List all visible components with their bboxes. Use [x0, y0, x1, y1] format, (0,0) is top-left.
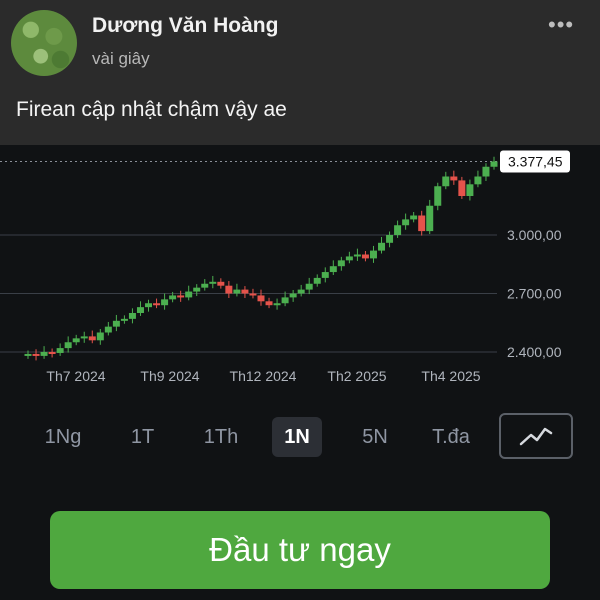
- candle-body: [418, 215, 426, 232]
- candle-body: [193, 287, 201, 292]
- candle-body: [40, 352, 48, 356]
- candle-body: [209, 281, 217, 284]
- y-tick-label: 2.400,00: [507, 344, 562, 360]
- candle-body: [128, 313, 136, 319]
- candle-body: [458, 180, 466, 196]
- candle-body: [177, 295, 185, 298]
- candle-body: [329, 266, 337, 273]
- candle-body: [369, 250, 377, 259]
- candle-body: [345, 256, 353, 261]
- candle-body: [233, 289, 241, 294]
- candle-body: [353, 254, 361, 257]
- candle-body: [273, 303, 281, 306]
- x-tick-label: Th4 2025: [421, 368, 480, 384]
- post-header: Dương Văn Hoàng vài giây ••• Firean cập …: [0, 0, 600, 145]
- candle-body: [88, 336, 96, 341]
- range-5y[interactable]: 5N: [350, 417, 400, 457]
- candle-body: [112, 320, 120, 327]
- x-tick-label: Th9 2024: [140, 368, 199, 384]
- candle-body: [450, 176, 458, 181]
- candle-body: [201, 283, 209, 288]
- candle-body: [72, 338, 80, 343]
- candle-body: [313, 277, 321, 284]
- candle-body: [281, 297, 289, 304]
- candle-body: [225, 285, 233, 294]
- candle-body: [136, 307, 144, 313]
- candle-body: [32, 353, 40, 356]
- candle-body: [378, 242, 386, 251]
- candle-body: [466, 184, 474, 196]
- x-tick-label: Th7 2024: [46, 368, 105, 384]
- candle-body: [120, 318, 128, 321]
- candle-body: [24, 353, 32, 356]
- candle-body: [64, 342, 72, 349]
- candle-body: [80, 336, 88, 339]
- candle-body: [361, 254, 369, 259]
- candle-body: [482, 166, 490, 177]
- post-text: Firean cập nhật chậm vậy ae: [16, 98, 287, 121]
- author-name[interactable]: Dương Văn Hoàng: [92, 14, 278, 38]
- candle-body: [305, 283, 313, 290]
- candle-body: [297, 289, 305, 294]
- candle-body: [337, 260, 345, 267]
- avatar[interactable]: [11, 10, 77, 76]
- candle-body: [434, 186, 442, 206]
- x-tick-label: Th2 2025: [327, 368, 386, 384]
- y-tick-label: 3.000,00: [507, 227, 562, 243]
- candle-body: [185, 291, 193, 298]
- post-time: vài giây: [92, 49, 150, 68]
- candle-body: [145, 303, 153, 308]
- candle-body: [490, 161, 498, 167]
- candle-body: [257, 295, 265, 302]
- candle-body: [289, 293, 297, 298]
- candle-body: [265, 301, 273, 306]
- candle-body: [56, 348, 64, 353]
- candle-body: [249, 293, 257, 296]
- range-max[interactable]: T.đa: [420, 417, 482, 457]
- candle-body: [426, 205, 434, 232]
- range-1w[interactable]: 1T: [115, 417, 170, 457]
- chart-type-button[interactable]: [499, 413, 573, 459]
- candle-body: [153, 303, 161, 306]
- candle-body: [169, 295, 177, 300]
- range-1d[interactable]: 1Ng: [32, 417, 94, 457]
- candle-body: [217, 281, 225, 286]
- range-1y[interactable]: 1N: [272, 417, 322, 457]
- current-price-label: 3.377,45: [508, 153, 563, 169]
- candle-body: [48, 352, 56, 354]
- y-tick-label: 2.700,00: [507, 286, 562, 302]
- line-chart-icon: [519, 427, 553, 446]
- candle-body: [402, 219, 410, 226]
- candle-body: [104, 326, 112, 333]
- candle-body: [394, 225, 402, 235]
- candle-body: [96, 332, 104, 341]
- more-dots-icon[interactable]: •••: [548, 12, 574, 38]
- invest-now-button[interactable]: Đầu tư ngay: [50, 511, 550, 589]
- candle-body: [241, 289, 249, 294]
- x-tick-label: Th12 2024: [230, 368, 297, 384]
- candle-body: [474, 176, 482, 185]
- range-1m[interactable]: 1Th: [190, 417, 252, 457]
- candle-body: [321, 272, 329, 278]
- candle-body: [161, 299, 169, 306]
- candle-body: [442, 176, 450, 187]
- candle-body: [410, 215, 418, 220]
- candle-body: [386, 235, 394, 243]
